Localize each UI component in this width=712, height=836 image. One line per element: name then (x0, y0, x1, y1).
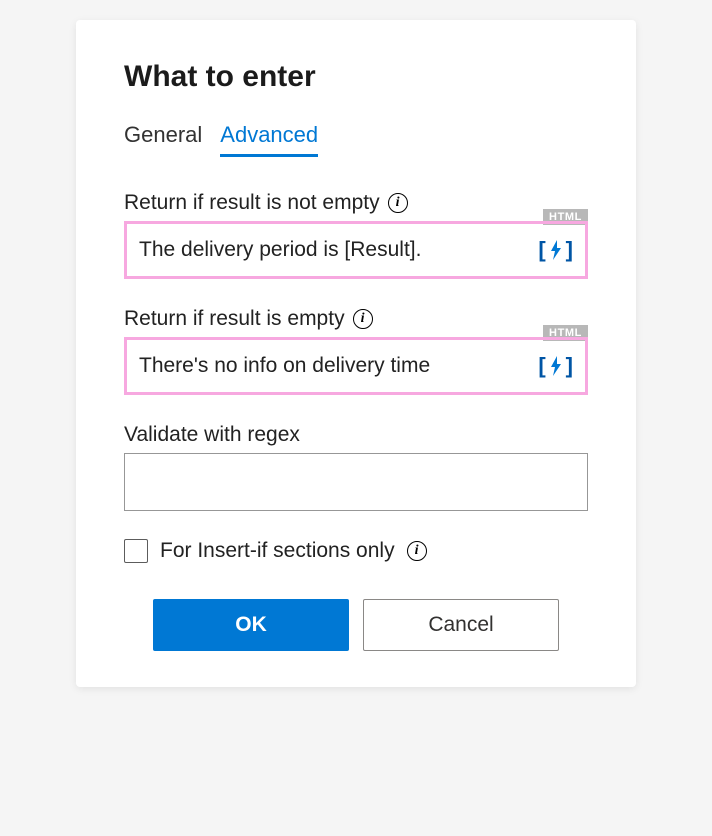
field-empty: Return if result is empty i HTML There's… (124, 307, 588, 395)
field-label-row: Return if result is empty i (124, 307, 588, 331)
checkbox-insert-if[interactable] (124, 539, 148, 563)
tab-general[interactable]: General (124, 122, 202, 157)
field-label-row: Return if result is not empty i (124, 191, 588, 215)
field-not-empty: Return if result is not empty i HTML The… (124, 191, 588, 279)
field-label-not-empty: Return if result is not empty (124, 191, 380, 215)
checkbox-label: For Insert-if sections only (160, 539, 395, 563)
input-not-empty[interactable]: The delivery period is [Result]. [ ] (124, 221, 588, 279)
tab-advanced[interactable]: Advanced (220, 122, 318, 157)
lightning-button[interactable]: [ ] (538, 237, 573, 263)
input-empty[interactable]: There's no info on delivery time [ ] (124, 337, 588, 395)
lightning-button[interactable]: [ ] (538, 353, 573, 379)
dialog: What to enter General Advanced Return if… (76, 20, 636, 687)
bracket-right-icon: ] (566, 353, 573, 379)
lightning-icon (548, 239, 564, 261)
info-icon[interactable]: i (407, 541, 427, 561)
lightning-icon (548, 355, 564, 377)
bracket-left-icon: [ (538, 353, 545, 379)
ok-button[interactable]: OK (153, 599, 349, 651)
checkbox-row: For Insert-if sections only i (124, 539, 588, 563)
cancel-button[interactable]: Cancel (363, 599, 559, 651)
field-label-row: Validate with regex (124, 423, 588, 447)
field-label-empty: Return if result is empty (124, 307, 345, 331)
input-value: There's no info on delivery time (139, 354, 530, 378)
input-regex[interactable] (124, 453, 588, 511)
input-value: The delivery period is [Result]. (139, 238, 530, 262)
info-icon[interactable]: i (388, 193, 408, 213)
bracket-right-icon: ] (566, 237, 573, 263)
button-row: OK Cancel (124, 599, 588, 651)
field-label-regex: Validate with regex (124, 423, 300, 447)
bracket-left-icon: [ (538, 237, 545, 263)
info-icon[interactable]: i (353, 309, 373, 329)
tabs: General Advanced (124, 122, 588, 157)
field-regex: Validate with regex (124, 423, 588, 511)
page-title: What to enter (124, 60, 588, 94)
